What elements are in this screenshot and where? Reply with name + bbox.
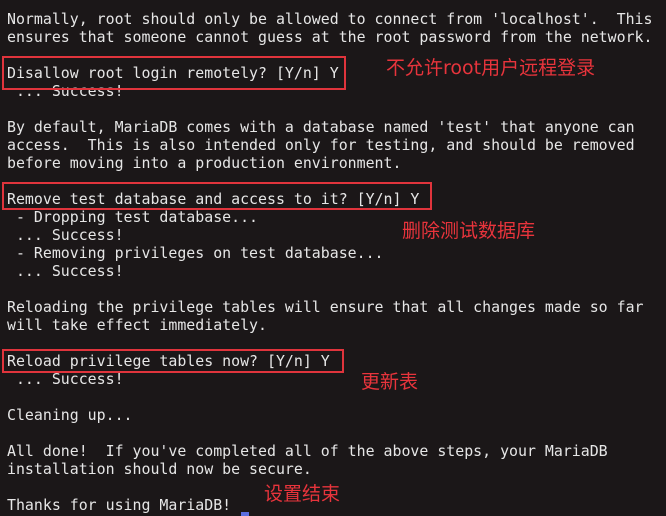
terminal-line: Normally, root should only be allowed to… (7, 10, 653, 28)
terminal-line: By default, MariaDB comes with a databas… (7, 118, 635, 136)
terminal-line: before moving into a production environm… (7, 154, 402, 172)
highlight-box-reload-tables (2, 349, 344, 373)
terminal-line: ensures that someone cannot guess at the… (7, 28, 653, 46)
terminal-line: access. This is also intended only for t… (7, 136, 635, 154)
terminal-line: - Dropping test database... (7, 208, 259, 226)
terminal-line: will take effect immediately. (7, 316, 267, 334)
terminal-line: installation should now be secure. (7, 460, 312, 478)
terminal-line: Cleaning up... (7, 406, 133, 424)
highlight-box-disallow-root (2, 56, 346, 90)
terminal-line: ... Success! (7, 262, 124, 280)
annotation-remove-test-db: 删除测试数据库 (402, 220, 536, 242)
terminal-line: Thanks for using MariaDB! (7, 496, 232, 514)
highlight-box-remove-test-db (2, 182, 432, 210)
terminal-line: - Removing privileges on test database..… (7, 244, 384, 262)
annotation-setup-done: 设置结束 (264, 483, 341, 505)
terminal-line: ... Success! (7, 226, 124, 244)
annotation-reload-tables: 更新表 (361, 371, 419, 393)
terminal-line: All done! If you've completed all of the… (7, 442, 608, 460)
terminal-cursor (241, 512, 249, 516)
terminal-output: Normally, root should only be allowed to… (0, 0, 666, 516)
annotation-disallow-root: 不允许root用户远程登录 (386, 57, 596, 79)
terminal-line: Reloading the privilege tables will ensu… (7, 298, 644, 316)
